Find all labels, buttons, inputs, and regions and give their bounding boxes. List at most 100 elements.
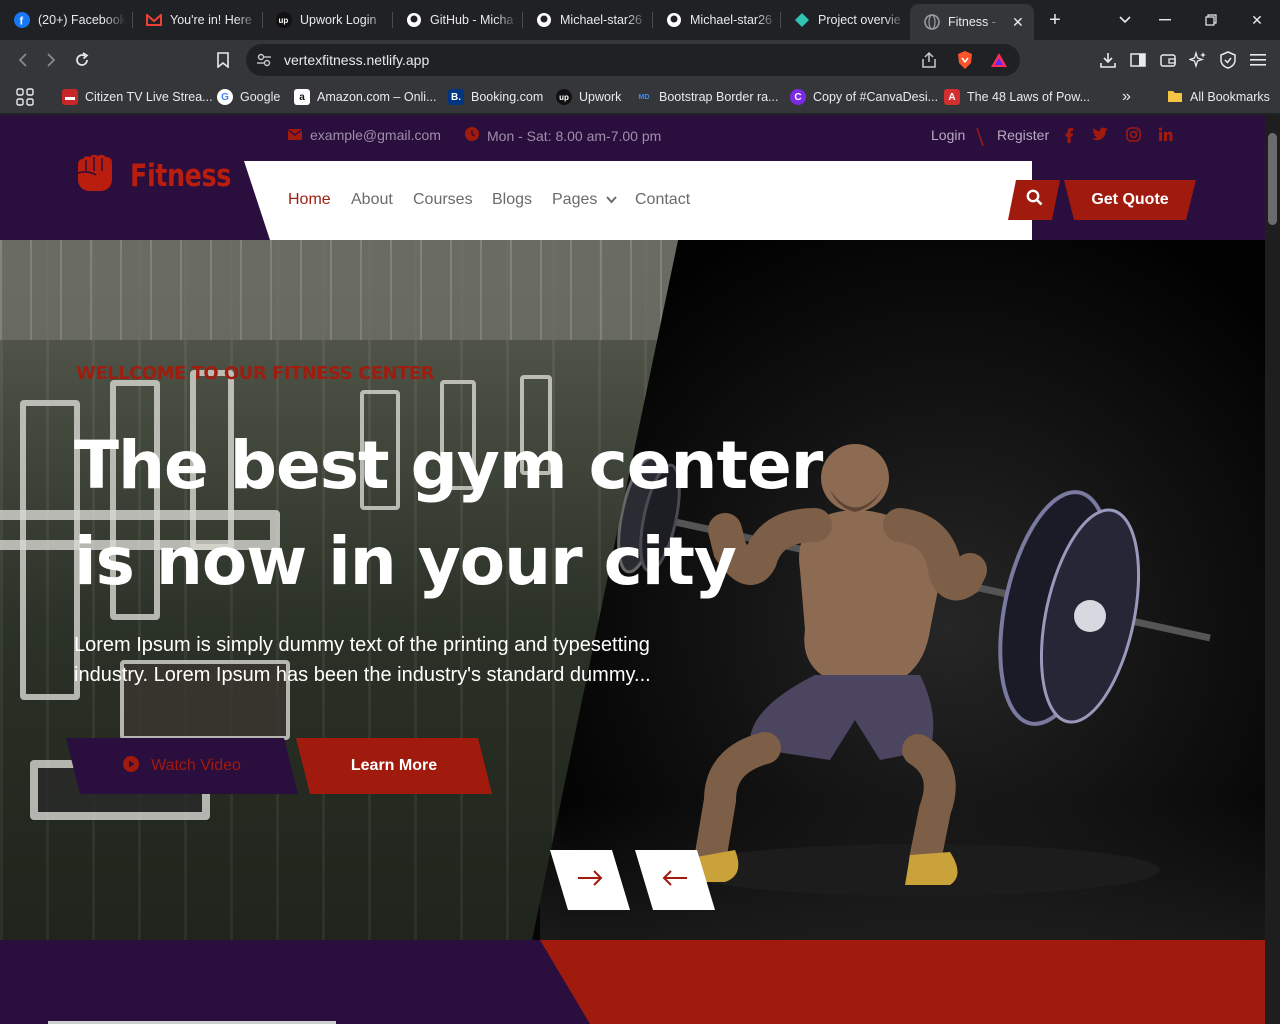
reload-icon[interactable]: [70, 48, 94, 72]
gmail-icon: [146, 12, 162, 28]
browser-tab-bar: f (20+) Facebook You're in! Here up Upwo…: [0, 0, 1280, 40]
bookmark-amazon[interactable]: a Amazon.com – Onli...: [294, 87, 437, 107]
topbar-hours: Mon - Sat: 8.00 am-7.00 pm: [465, 127, 661, 144]
tab-netlify[interactable]: Project overvie: [780, 6, 908, 34]
tab-facebook[interactable]: f (20+) Facebook: [0, 6, 130, 34]
bookmark-upwork[interactable]: up Upwork: [556, 87, 621, 107]
hero-description: Lorem Ipsum is simply dummy text of the …: [74, 634, 651, 686]
booking-icon: B.: [448, 89, 464, 105]
tab-upwork[interactable]: up Upwork Login: [262, 6, 392, 34]
site-logo[interactable]: Fitness: [74, 153, 253, 198]
arrow-left-icon: [662, 870, 688, 891]
hero-eyebrow: Wellcome to our fitness center: [76, 363, 435, 384]
logo-text: Fitness: [130, 157, 231, 194]
watch-video-button[interactable]: Watch Video: [66, 738, 298, 794]
tab-gmail[interactable]: You're in! Here: [132, 6, 262, 34]
forward-icon[interactable]: [39, 48, 63, 72]
facebook-icon: f: [14, 12, 30, 28]
citizen-tv-icon: ▬: [62, 89, 78, 105]
share-icon[interactable]: [920, 51, 938, 74]
tab-github-2[interactable]: Michael-star26: [522, 6, 652, 34]
google-icon: G: [217, 89, 233, 105]
svg-text:up: up: [279, 16, 289, 25]
login-link[interactable]: Login: [931, 127, 965, 143]
nav-contact[interactable]: Contact: [635, 191, 690, 209]
chevron-down-icon: [606, 191, 617, 209]
leo-ai-icon[interactable]: [1186, 48, 1210, 72]
site-header: example@gmail.com Mon - Sat: 8.00 am-7.0…: [0, 115, 1265, 240]
back-icon[interactable]: [11, 48, 35, 72]
linkedin-social-icon[interactable]: [1158, 127, 1173, 142]
upwork-icon: up: [556, 89, 572, 105]
brave-shields-icon[interactable]: [956, 50, 974, 75]
nav-courses[interactable]: Courses: [413, 191, 473, 209]
red-diagonal-band: [540, 940, 1265, 1024]
divider-slash: [976, 127, 984, 147]
address-bar[interactable]: vertexfitness.netlify.app: [246, 44, 1020, 76]
folder-icon: [1167, 89, 1183, 106]
nav-blogs[interactable]: Blogs: [492, 191, 532, 209]
bookmark-page-icon[interactable]: [211, 48, 235, 72]
instagram-social-icon[interactable]: [1126, 127, 1141, 142]
hero-carousel: Wellcome to our fitness center The best …: [0, 240, 1265, 940]
github-icon: [536, 12, 552, 28]
bookmark-citizen-tv[interactable]: ▬ Citizen TV Live Strea...: [62, 87, 213, 107]
bookmark-google[interactable]: G Google: [217, 87, 280, 107]
nav-about[interactable]: About: [351, 191, 393, 209]
page-scrollbar[interactable]: [1265, 115, 1280, 1024]
learn-more-button[interactable]: Learn More: [296, 738, 492, 794]
bookmark-48-laws[interactable]: A The 48 Laws of Pow...: [944, 87, 1090, 107]
bookmarks-bar: ▬ Citizen TV Live Strea... G Google a Am…: [0, 80, 1280, 114]
acrobat-icon: A: [944, 89, 960, 105]
close-tab-icon[interactable]: ✕: [1012, 14, 1024, 31]
vpn-shield-icon[interactable]: [1216, 48, 1240, 72]
clock-icon: [465, 127, 479, 144]
arrow-right-icon: [577, 870, 603, 891]
all-bookmarks[interactable]: All Bookmarks: [1167, 87, 1270, 107]
globe-icon: [924, 14, 940, 30]
new-tab-icon[interactable]: +: [1043, 8, 1067, 32]
nav-home[interactable]: Home: [288, 191, 331, 209]
bookmark-booking[interactable]: B. Booking.com: [448, 87, 543, 107]
nav-pages[interactable]: Pages: [552, 191, 617, 209]
tab-search-chevron-icon[interactable]: [1113, 8, 1137, 32]
restore-icon[interactable]: [1199, 8, 1223, 32]
svg-text:f: f: [20, 16, 24, 28]
netlify-icon: [794, 12, 810, 28]
site-info-icon[interactable]: [256, 52, 272, 73]
apps-grid-icon[interactable]: [16, 87, 34, 107]
next-section: [0, 940, 1265, 1024]
register-link[interactable]: Register: [997, 127, 1049, 143]
upwork-icon: up: [276, 12, 292, 28]
bookmark-bootstrap[interactable]: MD Bootstrap Border ra...: [636, 87, 779, 107]
get-quote-button[interactable]: Get Quote: [1064, 180, 1196, 220]
play-icon: [123, 756, 139, 777]
brave-rewards-icon[interactable]: [990, 52, 1008, 73]
search-icon: [1026, 189, 1043, 211]
amazon-icon: a: [294, 89, 310, 105]
envelope-icon: [288, 127, 302, 143]
more-bookmarks-icon[interactable]: »: [1122, 87, 1131, 107]
tab-fitness-active[interactable]: Fitness - Fi ✕: [910, 4, 1034, 40]
url-text[interactable]: vertexfitness.netlify.app: [284, 52, 429, 68]
downloads-icon[interactable]: [1096, 48, 1120, 72]
fist-icon: [74, 153, 118, 198]
twitter-social-icon[interactable]: [1092, 127, 1109, 141]
facebook-social-icon[interactable]: [1064, 127, 1074, 143]
tab-github-3[interactable]: Michael-star26: [652, 6, 780, 34]
bookmark-canva[interactable]: C Copy of #CanvaDesi...: [790, 87, 938, 107]
github-icon: [406, 12, 422, 28]
menu-icon[interactable]: [1246, 48, 1270, 72]
topbar-email: example@gmail.com: [288, 127, 441, 143]
scrollbar-thumb[interactable]: [1268, 133, 1277, 225]
wallet-icon[interactable]: [1156, 48, 1180, 72]
web-page: example@gmail.com Mon - Sat: 8.00 am-7.0…: [0, 115, 1265, 1024]
close-window-icon[interactable]: ✕: [1245, 8, 1269, 32]
main-navigation: Home About Courses Blogs Pages Contact: [244, 161, 1032, 240]
search-button[interactable]: [1008, 180, 1060, 220]
minimize-icon[interactable]: [1153, 8, 1177, 32]
sidebar-icon[interactable]: [1126, 48, 1150, 72]
tab-github-1[interactable]: GitHub - Micha: [392, 6, 522, 34]
hero-title: The best gym center is now in your city: [74, 427, 823, 600]
browser-toolbar: vertexfitness.netlify.app: [0, 40, 1280, 80]
